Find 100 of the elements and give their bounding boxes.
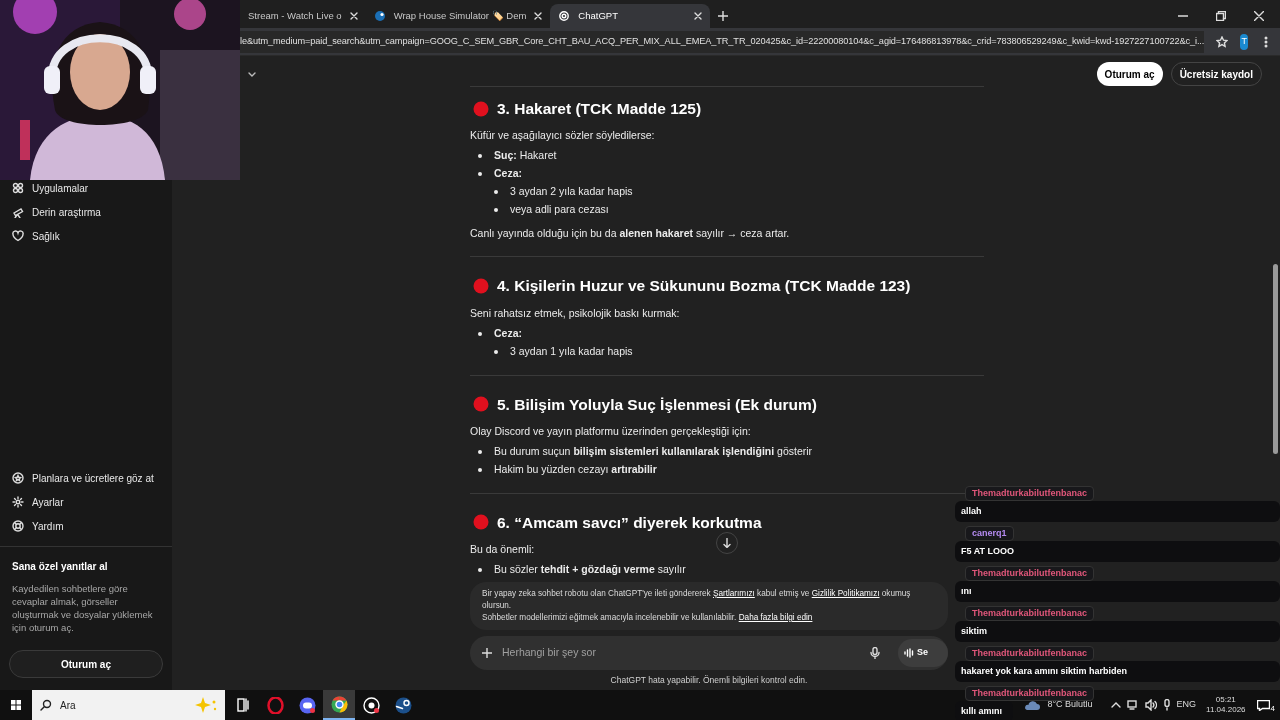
paragraph: Seni rahatsız etmek, psikolojik baskı kurmak: xyxy=(470,305,680,321)
bullet-icon xyxy=(478,172,482,177)
chat-username: Themadturkabilutfenbanac xyxy=(965,686,1095,701)
sidebar-item[interactable]: Derin araştırma xyxy=(0,200,172,224)
taskbar-app-button[interactable] xyxy=(323,690,355,720)
list-item-text: Ceza: xyxy=(494,325,522,341)
paragraph: Bu da önemli: xyxy=(470,542,535,557)
sidebar-item[interactable]: Ayarlar xyxy=(0,490,172,514)
task-view-icon xyxy=(237,698,249,712)
sign-in-button[interactable]: Oturum aç xyxy=(9,650,163,678)
microphone-icon[interactable] xyxy=(870,647,880,659)
promo-title: Sana özel yanıtlar al xyxy=(12,560,109,574)
bullet-icon xyxy=(478,449,482,454)
apps-icon xyxy=(12,182,24,194)
close-icon[interactable] xyxy=(534,12,543,20)
chevron-up-icon[interactable] xyxy=(1110,702,1121,708)
clock-date[interactable]: 11.04.2026 xyxy=(1206,705,1246,715)
link[interactable]: Gizlilik Politikamızı xyxy=(811,589,880,598)
section-heading: 4. Kişilerin Huzur ve Sükununu Bozma (TCK Madde 123) xyxy=(497,276,911,297)
list-item-text: 3 aydan 2 yıla kadar hapis xyxy=(510,184,633,200)
heart-icon xyxy=(12,230,24,242)
speaker-icon[interactable] xyxy=(1144,699,1157,711)
sidebar-item[interactable]: Sağlık xyxy=(0,224,172,248)
restore-icon[interactable] xyxy=(1216,11,1226,21)
voice-button[interactable]: Se xyxy=(898,639,948,667)
message-input[interactable]: Herhangi bir şey sor xyxy=(502,645,860,661)
close-icon[interactable] xyxy=(1254,11,1264,21)
close-icon[interactable] xyxy=(349,12,358,20)
link[interactable]: Şartlarımızı xyxy=(712,589,755,598)
sidebar-item[interactable]: Planlara ve ücretlere göz at xyxy=(0,466,172,490)
language-indicator[interactable]: ENG xyxy=(1176,698,1197,712)
list-item-text: Suç: Hakaret xyxy=(494,148,557,164)
chat-username: Themadturkabilutfenbanac xyxy=(965,646,1095,661)
circle-icon xyxy=(473,100,489,117)
list-item-text: Ceza: xyxy=(494,166,522,182)
telescope-icon xyxy=(12,206,24,218)
chat-username: Themadturkabilutfenbanac xyxy=(965,606,1095,621)
paragraph: Olay Discord ve yayın platformu üzerinden gerçekleştiği için: xyxy=(470,423,751,439)
microphone-icon[interactable] xyxy=(1162,699,1171,711)
opera-icon xyxy=(266,696,284,714)
weather-text: 8°C Bulutlu xyxy=(1047,698,1093,712)
message-field[interactable]: Herhangi bir şey sor Se xyxy=(470,636,948,670)
profile-avatar[interactable]: T xyxy=(1240,33,1248,50)
browser-tab[interactable]: Stream - Watch Live o xyxy=(240,4,366,28)
chevron-down-icon[interactable] xyxy=(248,72,256,78)
star-icon[interactable] xyxy=(1216,35,1229,48)
chat-message: allah xyxy=(955,501,1280,522)
settings-icon xyxy=(12,496,24,508)
scroll-down-button[interactable] xyxy=(716,532,738,554)
knot-icon xyxy=(558,10,571,22)
bullet-icon xyxy=(478,154,482,159)
bullet-icon xyxy=(478,568,482,572)
chat-username: Themadturkabilutfenbanac xyxy=(965,566,1095,581)
browser-tab[interactable]: Wrap House Simulator 🏷 Dem xyxy=(365,4,551,28)
plus-icon[interactable] xyxy=(482,648,492,658)
circle-icon xyxy=(473,277,489,294)
sidebar-item[interactable]: Yardım xyxy=(0,514,172,538)
browser-tab[interactable]: ChatGPT xyxy=(550,4,711,28)
section-heading: 3. Hakaret (TCK Madde 125) xyxy=(497,99,702,119)
disclaimer-text: Bir yapay zeka sohbet robotu olan ChatGPT'ye ileti göndererek Şartlarımızı kabul etmiş ve Gizlilik Politikamızı okumuş olursun. xyxy=(482,588,912,612)
list-item-text: 3 aydan 1 yıla kadar hapis xyxy=(510,343,633,359)
link[interactable]: Daha fazla bilgi edin xyxy=(738,613,813,622)
chat-username: canerq1 xyxy=(965,526,1014,541)
section-heading: 6. “Amcam savcı” diyerek korkutma xyxy=(497,512,762,533)
search-field[interactable]: Ara xyxy=(32,690,225,720)
badge-icon xyxy=(12,472,24,484)
bullet-icon xyxy=(494,349,498,354)
circle-icon xyxy=(473,396,489,413)
network-icon[interactable] xyxy=(1126,699,1139,711)
sign-in-button[interactable]: Oturum aç xyxy=(1096,62,1163,86)
circle-icon xyxy=(473,514,489,531)
bullet-icon xyxy=(478,467,482,472)
new-tab-icon[interactable] xyxy=(718,11,729,21)
chat-message: F5 AT LOOO xyxy=(955,541,1280,562)
lifebuoy-icon xyxy=(12,520,24,532)
sign-up-button[interactable]: Ücretsiz kaydol xyxy=(1170,62,1262,86)
bullet-icon xyxy=(478,331,482,336)
list-item-text: veya adli para cezası xyxy=(510,202,609,218)
bullet-icon xyxy=(494,190,498,195)
chat-message: ını xyxy=(955,581,1280,602)
search-icon xyxy=(40,699,52,711)
disclaimer-text: Sohbetler modellerimizi eğitmek amacıyla incelenebilir ve kullanılabilir. Daha fazla bilgi edin xyxy=(482,612,814,624)
promo-text: Kaydedilen sohbetlere göre cevaplar almak, görseller oluşturmak ve dosyalar yüklemek için oturum aç. xyxy=(12,582,154,634)
address-field[interactable]: le&utm_medium=paid_search&utm_campaign=GOOG_C_SEM_GBR_Core_CHT_BAU_ACQ_PER_MIX_ALL_EMEA_TR_TR_020425&c_id=22200080104&c_agid=176486813978&c_crid=783806529249&c_kwid=kwd-1927227100722&c_i... xyxy=(240,30,1205,53)
chat-message: siktim xyxy=(955,621,1280,642)
clock-time[interactable]: 05:21 xyxy=(1215,695,1236,705)
footer-note: ChatGPT hata yapabilir. Önemli bilgileri kontrol edin. xyxy=(610,673,808,687)
message-icon xyxy=(1256,699,1270,711)
sidebar-item[interactable]: Uygulamalar xyxy=(0,176,172,200)
paragraph: Canlı yayında olduğu için bu da alenen hakaret sayılır → ceza artar. xyxy=(470,226,790,242)
paragraph: Küfür ve aşağılayıcı sözler söyledilerse: xyxy=(470,128,655,144)
list-item-text: Hakim bu yüzden cezayı artırabilir xyxy=(494,461,657,477)
more-icon[interactable] xyxy=(1264,35,1268,48)
close-icon[interactable] xyxy=(694,12,703,20)
cloud-icon xyxy=(1023,699,1042,711)
bullet-icon xyxy=(494,208,498,213)
section-heading: 5. Bilişim Yoluyla Suç İşlenmesi (Ek durum) xyxy=(497,394,817,415)
record-icon xyxy=(362,696,380,714)
scrollbar-thumb[interactable] xyxy=(1273,264,1278,454)
arrow-down-icon xyxy=(723,538,731,548)
